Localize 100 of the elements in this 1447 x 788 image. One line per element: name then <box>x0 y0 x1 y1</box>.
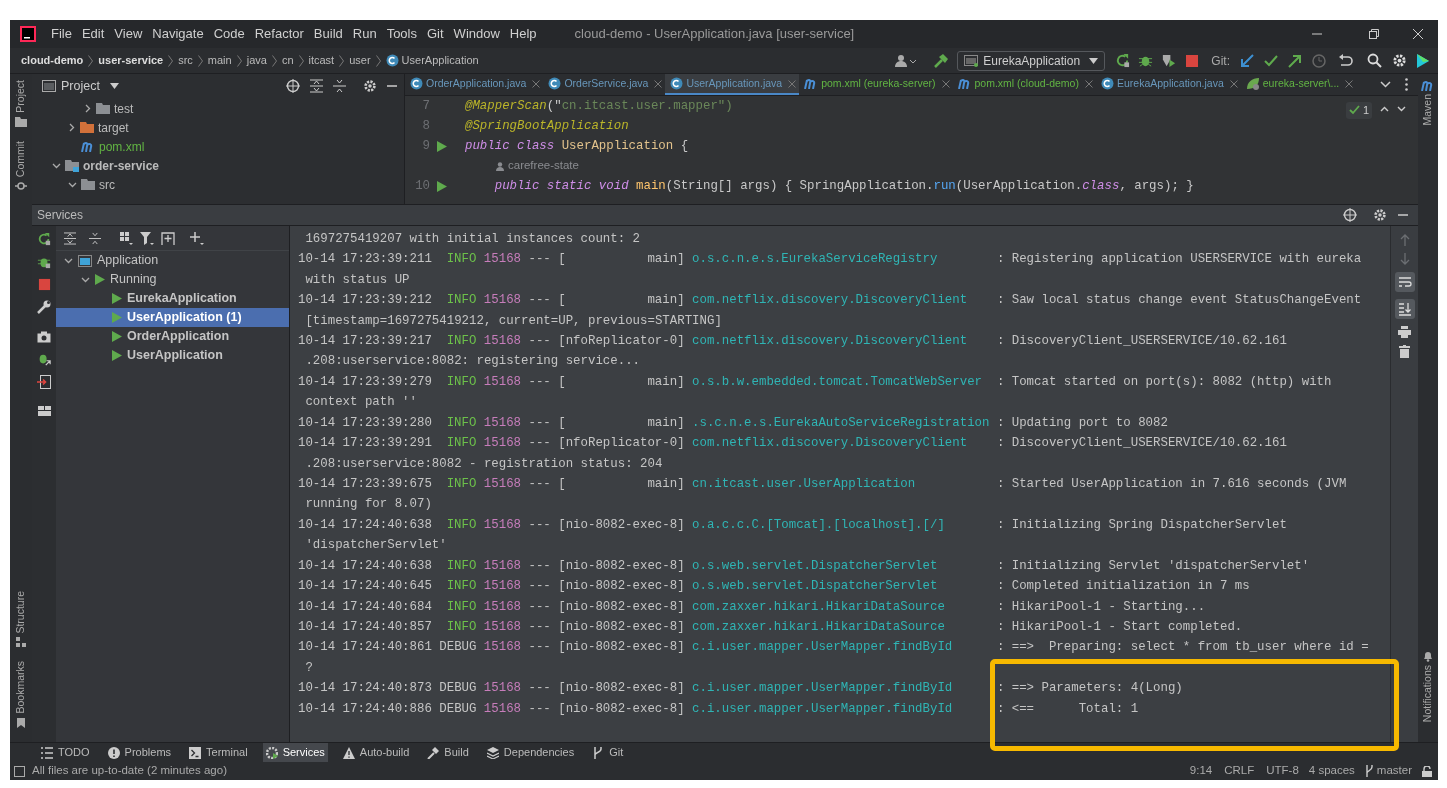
add-icon[interactable] <box>190 231 204 245</box>
tool-window-tab[interactable]: Git <box>589 742 627 763</box>
logger-name[interactable]: o.s.web.servlet.DispatcherServlet <box>692 579 938 594</box>
menu-item[interactable]: Window <box>453 24 500 44</box>
menu-item[interactable]: Help <box>509 24 537 44</box>
print-icon[interactable] <box>1398 326 1411 338</box>
wrench-icon[interactable] <box>37 300 51 314</box>
update-arrow-icon[interactable] <box>1240 53 1254 68</box>
new-tab-icon[interactable] <box>161 231 175 245</box>
menu-item[interactable]: Tools <box>386 24 417 44</box>
tool-window-tab[interactable]: Auto-build <box>339 742 413 763</box>
tool-window-label[interactable]: Commit <box>13 140 29 177</box>
logger-name[interactable]: c.i.user.mapper.UserMapper.findById <box>692 681 953 696</box>
chevron-right-icon[interactable] <box>68 123 76 132</box>
file-encoding[interactable]: UTF-8 <box>1266 762 1299 780</box>
tool-window-tab[interactable]: Services <box>262 742 328 763</box>
logger-name[interactable]: com.zaxxer.hikari.HikariDataSource <box>692 599 945 614</box>
trash-icon[interactable] <box>1399 345 1410 358</box>
collapse-all-icon[interactable] <box>89 231 101 245</box>
run-configuration-dropdown[interactable]: EurekaApplication <box>957 50 1106 71</box>
bug-arrow-icon[interactable] <box>37 352 51 366</box>
tab-label[interactable]: OrderApplication.java <box>426 75 527 92</box>
editor-tab[interactable]: pom.xml (cloud-demo) <box>952 74 1096 95</box>
group-icon[interactable] <box>120 231 133 245</box>
menu-item[interactable]: Refactor <box>254 24 304 44</box>
run-icon[interactable] <box>437 180 447 192</box>
tool-window-tab[interactable]: TODO <box>38 742 93 763</box>
menu-item[interactable]: Git <box>427 24 444 44</box>
tree-item[interactable]: EurekaApplication <box>56 289 289 308</box>
chevron-down-icon[interactable] <box>1380 81 1391 88</box>
settings-icon[interactable] <box>363 79 377 93</box>
search-icon[interactable] <box>1367 53 1382 68</box>
expand-all-icon[interactable] <box>310 79 323 93</box>
settings-icon[interactable] <box>1392 53 1407 68</box>
restore-icon[interactable] <box>1368 28 1380 40</box>
expand-all-icon[interactable] <box>64 231 76 245</box>
menu-item[interactable]: Edit <box>81 24 105 44</box>
rerun-icon[interactable] <box>37 232 51 246</box>
chevron-down-icon[interactable] <box>68 180 77 189</box>
breadcrumb-item[interactable]: user <box>349 52 371 69</box>
logger-name[interactable]: o.s.b.w.embedded.tomcat.TomcatWebServer <box>692 374 983 389</box>
breadcrumb-item[interactable]: java <box>246 52 267 69</box>
person-icon[interactable] <box>895 53 918 68</box>
tool-window-tab[interactable]: Build <box>424 742 472 763</box>
menu-item[interactable]: Run <box>352 24 377 44</box>
tab-label[interactable]: pom.xml (eureka-server) <box>821 75 936 92</box>
tab-label[interactable]: eureka-server\... <box>1262 75 1340 92</box>
logger-name[interactable]: o.s.web.servlet.DispatcherServlet <box>692 558 938 573</box>
breadcrumb-item[interactable]: main <box>207 52 232 69</box>
tree-item[interactable]: order-service <box>83 156 160 175</box>
logger-name[interactable]: com.netflix.discovery.DiscoveryClient <box>692 293 968 308</box>
editor-tab[interactable]: OrderApplication.java <box>405 74 544 95</box>
logger-name[interactable]: o.a.c.c.C.[Tomcat].[localhost].[/] <box>692 517 945 532</box>
chevron-down-icon[interactable] <box>1397 106 1407 112</box>
tab-label[interactable]: pom.xml (cloud-demo) <box>974 75 1079 92</box>
tool-window-label[interactable]: Bookmarks <box>13 661 29 714</box>
breadcrumb-item[interactable]: itcast <box>308 52 335 69</box>
plugin-logo-icon[interactable] <box>1416 52 1430 69</box>
hammer-icon[interactable] <box>933 52 950 69</box>
breadcrumb-item[interactable]: UserApplication <box>401 52 479 69</box>
chevron-down-icon[interactable] <box>52 161 61 170</box>
tree-item[interactable]: UserApplication <box>56 346 289 365</box>
chevron-up-icon[interactable] <box>1380 106 1390 112</box>
stop-icon[interactable] <box>1185 53 1200 68</box>
settings-icon[interactable] <box>1373 208 1387 222</box>
status-window-icon[interactable] <box>14 765 25 777</box>
tree-item[interactable]: OrderApplication <box>56 327 289 346</box>
logger-name[interactable]: c.i.user.mapper.UserMapper.findById <box>692 640 953 655</box>
logger-name[interactable]: com.netflix.discovery.DiscoveryClient <box>692 334 968 348</box>
push-arrow-icon[interactable] <box>1288 53 1302 68</box>
more-icon[interactable] <box>1405 78 1408 91</box>
logger-name[interactable]: com.netflix.discovery.DiscoveryClient <box>692 436 968 451</box>
tool-window-label[interactable]: Maven <box>1420 94 1436 126</box>
tab-label[interactable]: UserApplication.java <box>686 75 783 92</box>
filter-icon[interactable] <box>140 231 154 245</box>
tree-item[interactable]: target <box>98 118 129 137</box>
logger-name[interactable]: com.zaxxer.hikari.HikariDataSource <box>692 619 945 634</box>
breadcrumb-item[interactable]: cloud-demo <box>21 52 84 69</box>
logger-name[interactable]: .s.c.n.e.s.EurekaAutoServiceRegistration <box>692 415 990 430</box>
tool-window-label[interactable]: Structure <box>13 590 29 634</box>
checkmark-icon[interactable] <box>1264 53 1278 68</box>
breadcrumb-item[interactable]: user-service <box>98 52 164 69</box>
tree-item[interactable]: Running <box>56 270 289 289</box>
stop-icon[interactable] <box>37 278 51 291</box>
collapse-all-icon[interactable] <box>333 79 346 93</box>
soft-wrap-icon[interactable] <box>1394 272 1415 292</box>
layout-icon[interactable] <box>37 406 51 416</box>
logger-name[interactable]: c.i.user.mapper.UserMapper.findById <box>692 701 953 716</box>
menu-item[interactable]: Build <box>313 24 343 44</box>
lock-icon[interactable] <box>1422 765 1432 777</box>
caret-icon[interactable] <box>109 83 119 89</box>
scroll-to-end-icon[interactable] <box>1394 299 1415 319</box>
tool-window-label[interactable]: Project <box>13 80 29 113</box>
run-icon[interactable] <box>437 140 447 152</box>
exit-icon[interactable] <box>37 375 51 389</box>
tree-item[interactable]: pom.xml <box>99 137 145 156</box>
line-ending[interactable]: CRLF <box>1224 762 1255 780</box>
clock-icon[interactable] <box>1312 53 1326 68</box>
tab-label[interactable]: OrderService.java <box>564 75 649 92</box>
rerun-icon[interactable] <box>1115 53 1131 68</box>
